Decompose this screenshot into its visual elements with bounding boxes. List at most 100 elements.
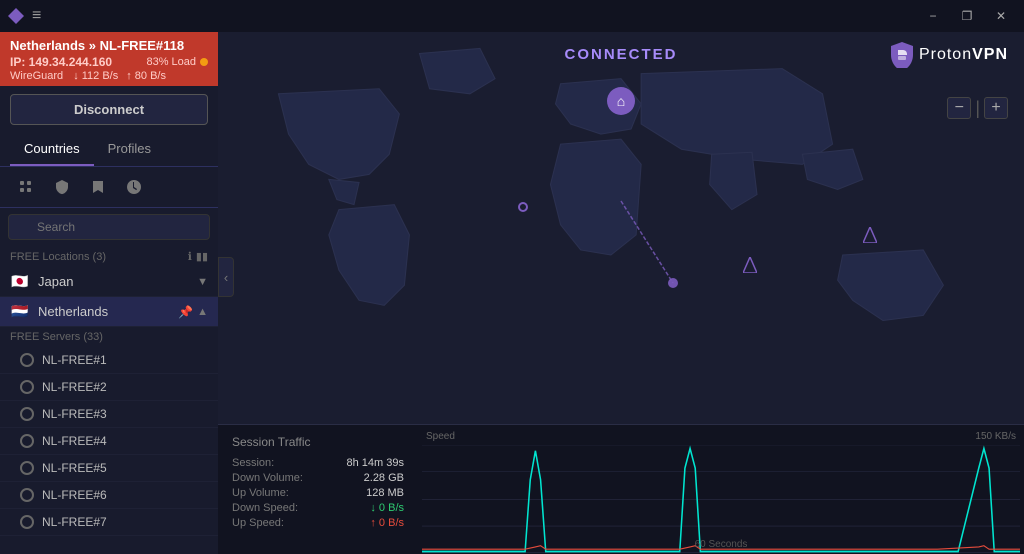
session-key-3: Down Speed:	[232, 502, 298, 514]
japan-actions: ▼	[197, 276, 208, 288]
connection-info: Netherlands » NL-FREE#118 IP: 149.34.244…	[0, 32, 218, 86]
protocol-name: WireGuard	[10, 70, 63, 82]
session-info: Session Traffic Session: 8h 14m 39s Down…	[218, 425, 418, 554]
titlebar: ≡ − ❐ ✕	[0, 0, 1024, 32]
window-controls: − ❐ ✕	[918, 6, 1016, 26]
map-pin-us	[518, 202, 528, 212]
session-row-3: Down Speed: ↓ 0 B/s	[232, 502, 404, 514]
collapse-arrow: ‹	[224, 270, 228, 285]
server-nl-free-4[interactable]: NL-FREE#4	[0, 428, 218, 455]
server-load: 83% Load	[146, 56, 208, 68]
japan-chevron: ▼	[197, 276, 208, 288]
main-layout: Netherlands » NL-FREE#118 IP: 149.34.244…	[0, 32, 1024, 554]
zoom-controls: − | +	[947, 97, 1008, 119]
session-row-0: Session: 8h 14m 39s	[232, 457, 404, 469]
minimize-button[interactable]: −	[918, 6, 948, 26]
disconnect-wrap: Disconnect	[0, 86, 218, 133]
server-name: Netherlands » NL-FREE#118	[10, 38, 184, 53]
server-status-circle	[20, 407, 34, 421]
server-nl-free-7[interactable]: NL-FREE#7	[0, 509, 218, 536]
filter-all-icon[interactable]	[8, 173, 44, 201]
connected-label: CONNECTED	[564, 46, 677, 63]
session-key-2: Up Volume:	[232, 487, 289, 499]
session-key-0: Session:	[232, 457, 274, 469]
load-indicator	[200, 58, 208, 66]
sidebar-collapse-button[interactable]: ‹	[218, 257, 234, 297]
pin-icon[interactable]: 📌	[178, 305, 193, 319]
speed-max: 150 KB/s	[975, 431, 1016, 442]
home-icon: ⌂	[617, 93, 625, 109]
session-val-2: 128 MB	[366, 487, 404, 499]
map-pin-jp	[743, 257, 757, 276]
session-row-4: Up Speed: ↑ 0 B/s	[232, 517, 404, 529]
server-status-circle	[20, 353, 34, 367]
tab-bar: Countries Profiles	[0, 133, 218, 167]
netherlands-chevron: ▲	[197, 306, 208, 318]
session-row-2: Up Volume: 128 MB	[232, 487, 404, 499]
session-key-1: Down Volume:	[232, 472, 303, 484]
session-title: Session Traffic	[232, 435, 404, 449]
down-speed: ↓ 112 B/s	[73, 70, 118, 82]
ip-address: IP: 149.34.244.160	[10, 55, 112, 69]
menu-icon[interactable]: ≡	[32, 7, 41, 25]
disconnect-button[interactable]: Disconnect	[10, 94, 208, 125]
collapse-icon[interactable]: ▮▮	[196, 250, 208, 263]
server-nl-free-6[interactable]: NL-FREE#6	[0, 482, 218, 509]
home-circle: ⌂	[607, 87, 635, 115]
filter-bookmark-icon[interactable]	[80, 173, 116, 201]
server-nl-free-5[interactable]: NL-FREE#5	[0, 455, 218, 482]
connected-server: Netherlands » NL-FREE#118	[10, 38, 208, 53]
filter-shield-icon[interactable]	[44, 173, 80, 201]
home-pin: ⌂	[607, 87, 635, 115]
japan-name: Japan	[38, 274, 189, 289]
ip-row: IP: 149.34.244.160 83% Load	[10, 55, 208, 69]
server-status-circle	[20, 461, 34, 475]
country-list: FREE Locations (3) ℹ ▮▮ 🇯🇵 Japan ▼ 🇳🇱 Ne…	[0, 246, 218, 554]
protocol-row: WireGuard ↓ 112 B/s ↑ 80 B/s	[10, 70, 208, 82]
server-status-circle	[20, 488, 34, 502]
country-item-netherlands[interactable]: 🇳🇱 Netherlands 📌 ▲	[0, 297, 218, 327]
server-nl-free-3[interactable]: NL-FREE#3	[0, 401, 218, 428]
free-servers-label: FREE Servers (33)	[0, 327, 218, 347]
filter-recent-icon[interactable]	[116, 173, 152, 201]
up-speed: ↑ 80 B/s	[126, 70, 166, 82]
tab-profiles[interactable]: Profiles	[94, 133, 165, 166]
chart-svg	[422, 445, 1020, 554]
netherlands-actions: 📌 ▲	[178, 305, 208, 319]
session-val-0: 8h 14m 39s	[347, 457, 404, 469]
search-wrap: 🔍	[0, 208, 218, 246]
server-status-circle	[20, 515, 34, 529]
country-item-japan[interactable]: 🇯🇵 Japan ▼	[0, 267, 218, 297]
free-locations-label: FREE Locations (3) ℹ ▮▮	[0, 246, 218, 267]
proton-logo: ProtonVPN	[891, 42, 1008, 68]
session-val-1: 2.28 GB	[364, 472, 404, 484]
search-input[interactable]	[8, 214, 210, 240]
restore-button[interactable]: ❐	[952, 6, 982, 26]
proton-icon	[8, 8, 24, 24]
server-nl-free-2[interactable]: NL-FREE#2	[0, 374, 218, 401]
session-key-4: Up Speed:	[232, 517, 284, 529]
session-val-4: ↑ 0 B/s	[370, 517, 404, 529]
speed-label: Speed	[426, 431, 455, 442]
filter-bar	[0, 167, 218, 208]
sidebar: Netherlands » NL-FREE#118 IP: 149.34.244…	[0, 32, 218, 554]
close-button[interactable]: ✕	[986, 6, 1016, 26]
info-icon[interactable]: ℹ	[188, 250, 192, 263]
session-val-3: ↓ 0 B/s	[370, 502, 404, 514]
speed-chart: Speed 150 KB/s 60 Seconds	[418, 425, 1024, 554]
japan-flag: 🇯🇵	[10, 275, 30, 289]
zoom-minus-button[interactable]: −	[947, 97, 971, 119]
search-container: 🔍	[8, 214, 210, 240]
server-status-circle	[20, 380, 34, 394]
section-icons: ℹ ▮▮	[188, 250, 208, 263]
speed-stats: ↓ 112 B/s ↑ 80 B/s	[73, 70, 166, 82]
proton-brand-text: ProtonVPN	[919, 46, 1008, 64]
bottom-panel: Session Traffic Session: 8h 14m 39s Down…	[218, 424, 1024, 554]
zoom-plus-button[interactable]: +	[984, 97, 1008, 119]
zoom-divider: |	[975, 98, 980, 119]
time-label: 60 Seconds	[695, 539, 748, 550]
netherlands-name: Netherlands	[38, 304, 170, 319]
server-nl-free-1[interactable]: NL-FREE#1	[0, 347, 218, 374]
tab-countries[interactable]: Countries	[10, 133, 94, 166]
session-row-1: Down Volume: 2.28 GB	[232, 472, 404, 484]
